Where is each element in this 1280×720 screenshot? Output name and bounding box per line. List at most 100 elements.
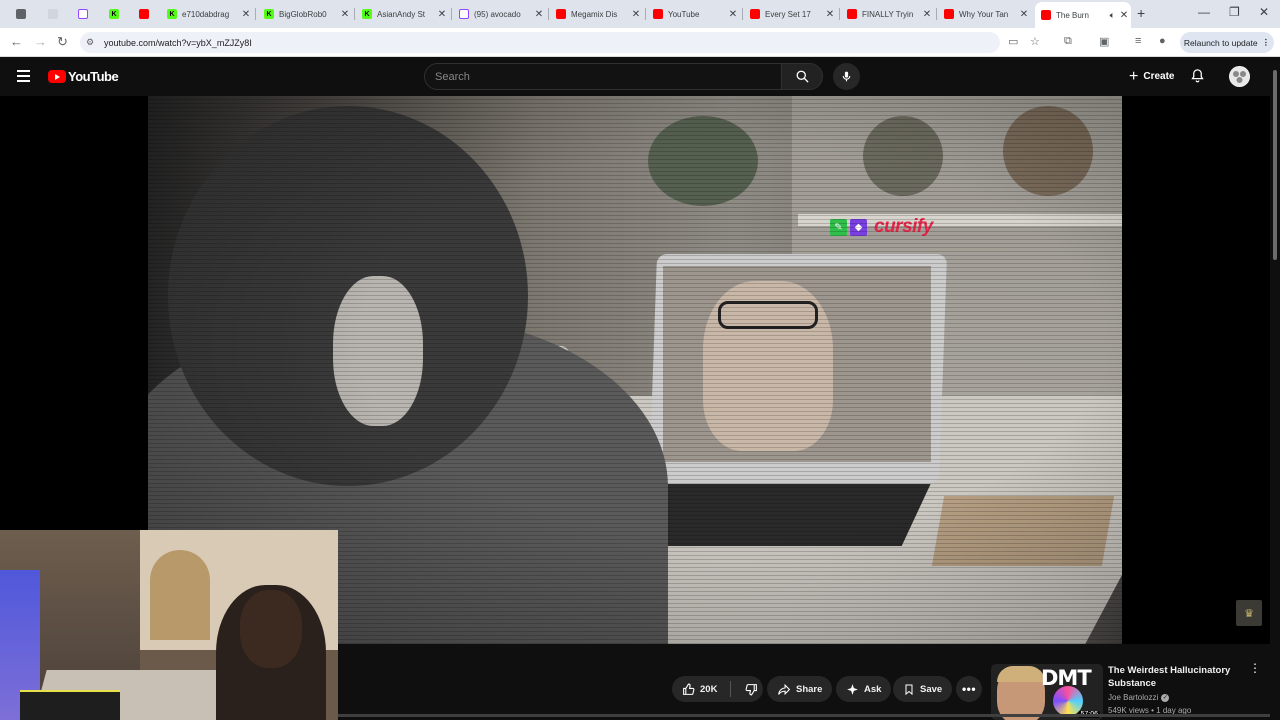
search-button[interactable] bbox=[781, 63, 823, 90]
sparkle-icon bbox=[847, 683, 858, 695]
share-icon bbox=[778, 683, 791, 695]
share-button[interactable]: Share bbox=[767, 676, 833, 702]
tab-kick[interactable]: K bbox=[103, 3, 125, 25]
tab-close-icon[interactable]: ✕ bbox=[338, 9, 352, 20]
avatar-pattern-icon bbox=[1229, 66, 1250, 87]
tab-label: AsianAndy St bbox=[377, 9, 426, 19]
speaker-icon[interactable]: 🔈︎ bbox=[1110, 10, 1115, 21]
media-controls-icon[interactable]: ≡ bbox=[1135, 35, 1141, 47]
tab-chrome[interactable] bbox=[10, 3, 32, 25]
tab-label: BigGlobRob0 bbox=[279, 9, 327, 19]
youtube-logo-text: YouTube bbox=[68, 69, 119, 84]
tab-kick-bigglobrob[interactable]: K BigGlobRob0 ✕ bbox=[258, 3, 352, 25]
recommended-video-title[interactable]: The Weirdest Hallucinatory Substance bbox=[1108, 664, 1238, 690]
tab-label: (95) avocado bbox=[474, 9, 521, 19]
tab-close-icon[interactable]: ✕ bbox=[629, 9, 643, 20]
like-button[interactable]: 20K bbox=[672, 676, 717, 702]
tab-close-icon[interactable]: ✕ bbox=[435, 9, 449, 20]
tab-youtube[interactable] bbox=[133, 3, 155, 25]
minimize-icon[interactable]: — bbox=[1198, 5, 1210, 19]
voice-search-button[interactable] bbox=[833, 63, 860, 90]
tab-close-icon[interactable]: ✕ bbox=[726, 9, 740, 20]
extensions-icon[interactable]: ⧉ bbox=[1064, 35, 1072, 48]
youtube-icon bbox=[139, 9, 149, 19]
ask-button[interactable]: Ask bbox=[836, 676, 892, 702]
menu-kebab-icon[interactable]: ⋮ bbox=[1262, 37, 1271, 48]
restore-icon[interactable]: ❐ bbox=[1229, 5, 1240, 19]
tab-twitch-avocado[interactable]: (95) avocado ✕ bbox=[453, 3, 546, 25]
tab-youtube-why-your[interactable]: Why Your Tan ✕ bbox=[938, 3, 1031, 25]
dislike-button[interactable] bbox=[736, 683, 758, 696]
new-tab-button[interactable]: + bbox=[1137, 5, 1145, 21]
plus-icon: + bbox=[1129, 67, 1139, 85]
menu-hamburger-icon[interactable] bbox=[17, 70, 30, 85]
tab-youtube-active[interactable]: The Burn 🔈︎ ✕ bbox=[1035, 2, 1131, 28]
kick-icon: K bbox=[264, 9, 274, 19]
streamer-facecam bbox=[0, 530, 338, 720]
tab-youtube-every-set[interactable]: Every Set 17 ✕ bbox=[744, 3, 837, 25]
create-button[interactable]: + Create bbox=[1120, 64, 1184, 89]
forward-arrow-icon[interactable]: → bbox=[34, 34, 47, 49]
progress-track[interactable] bbox=[338, 714, 1270, 717]
site-info-icon[interactable]: ⚙ bbox=[86, 37, 100, 48]
thumbnail-text: DMT bbox=[1041, 666, 1092, 690]
youtube-icon bbox=[750, 9, 760, 19]
tab-label: YouTube bbox=[668, 9, 700, 19]
tab-youtube-finally[interactable]: FINALLY Tryin ✕ bbox=[841, 3, 934, 25]
notifications-button[interactable] bbox=[1190, 67, 1205, 89]
search-input[interactable] bbox=[435, 70, 781, 83]
reload-icon[interactable]: ↻ bbox=[57, 34, 68, 50]
tab-close-icon[interactable]: ✕ bbox=[823, 9, 837, 20]
tab-separator bbox=[548, 8, 549, 20]
more-actions-button[interactable]: ••• bbox=[956, 676, 982, 702]
tab-youtube-home[interactable]: YouTube ✕ bbox=[647, 3, 740, 25]
cast-icon[interactable]: ▭ bbox=[1008, 35, 1018, 48]
search-box[interactable] bbox=[424, 63, 782, 90]
video-menu-kebab-icon[interactable]: ⋮ bbox=[1249, 662, 1261, 674]
divider bbox=[730, 681, 732, 697]
account-avatar[interactable] bbox=[1229, 66, 1250, 87]
tab-separator bbox=[255, 8, 256, 20]
profile-icon[interactable]: ● bbox=[1159, 35, 1166, 47]
relaunch-label: Relaunch to update bbox=[1183, 37, 1258, 48]
tab-separator bbox=[936, 8, 937, 20]
tab-twitch[interactable] bbox=[72, 3, 94, 25]
tab-separator bbox=[742, 8, 743, 20]
tab-separator bbox=[645, 8, 646, 20]
recommended-channel[interactable]: Joe Bartolozzi ✓ bbox=[1108, 693, 1170, 702]
like-count: 20K bbox=[700, 683, 718, 695]
ask-label: Ask bbox=[864, 683, 882, 695]
save-button[interactable]: Save bbox=[893, 676, 953, 702]
bookmark-icon bbox=[905, 684, 913, 695]
microphone-icon bbox=[842, 71, 851, 82]
youtube-icon bbox=[944, 9, 954, 19]
close-window-icon[interactable]: ✕ bbox=[1259, 5, 1269, 19]
thumbs-up-icon bbox=[683, 683, 695, 695]
tab-youtube-megamix[interactable]: Megamix Dis ✕ bbox=[550, 3, 643, 25]
like-dislike-group: 20K bbox=[672, 676, 763, 702]
tab-close-icon[interactable]: ✕ bbox=[1017, 9, 1031, 20]
youtube-logo[interactable]: YouTube bbox=[48, 69, 119, 84]
relaunch-button[interactable]: Relaunch to update ⋮ bbox=[1180, 32, 1274, 53]
tab-blank[interactable] bbox=[42, 3, 64, 25]
facecam-door bbox=[150, 550, 210, 640]
scrollbar-thumb[interactable] bbox=[1273, 70, 1277, 260]
bell-icon bbox=[1191, 69, 1204, 83]
recommended-video-thumbnail[interactable]: DMT 57:06 bbox=[991, 664, 1103, 720]
channel-watermark-icon[interactable]: ♛ bbox=[1236, 600, 1262, 626]
tab-kick-e710[interactable]: K e710dabdrag ✕ bbox=[161, 3, 253, 25]
tab-label: FINALLY Tryin bbox=[862, 9, 914, 19]
tab-close-icon[interactable]: ✕ bbox=[1117, 10, 1131, 21]
tab-separator bbox=[354, 8, 355, 20]
tab-kick-asianandy[interactable]: K AsianAndy St ✕ bbox=[356, 3, 449, 25]
tab-label: The Burn bbox=[1056, 10, 1089, 20]
address-bar[interactable]: ⚙ youtube.com/watch?v=ybX_mZJZy8I bbox=[80, 32, 1000, 53]
tab-close-icon[interactable]: ✕ bbox=[239, 9, 253, 20]
tab-search-icon[interactable]: ▣ bbox=[1099, 35, 1109, 48]
tab-close-icon[interactable]: ✕ bbox=[920, 9, 934, 20]
bookmark-star-icon[interactable]: ☆ bbox=[1030, 35, 1040, 48]
youtube-icon bbox=[653, 9, 663, 19]
back-arrow-icon[interactable]: ← bbox=[10, 34, 23, 49]
tab-label: Every Set 17 bbox=[765, 9, 811, 19]
tab-close-icon[interactable]: ✕ bbox=[532, 9, 546, 20]
